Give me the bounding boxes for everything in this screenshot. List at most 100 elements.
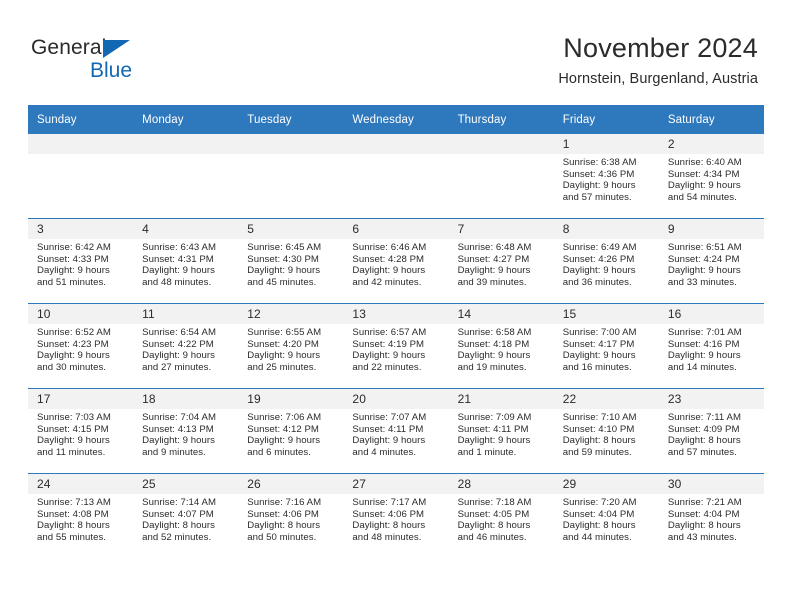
calendar-day-cell[interactable]: 26 Sunrise: 7:16 AM Sunset: 4:06 PM Dayligh…	[238, 473, 344, 558]
sunrise-text: Sunrise: 6:58 AM	[457, 327, 532, 338]
sunset-text: Sunset: 4:11 PM	[457, 423, 529, 435]
daylight-text: Daylight: 8 hours and 59 minutes.	[562, 435, 636, 458]
calendar-day-cell[interactable]: 1 Sunrise: 6:38 AM Sunset: 4:36 PM Daylight…	[553, 134, 659, 219]
daylight-text: Daylight: 9 hours and 25 minutes.	[247, 350, 321, 373]
sunset-text: Sunset: 4:28 PM	[352, 253, 425, 265]
general-blue-logo[interactable]: General Blue	[31, 36, 231, 84]
sunrise-text: Sunrise: 6:54 AM	[142, 327, 216, 338]
day-number: 1	[553, 134, 659, 154]
day-sun-info: Sunrise: 6:49 AM Sunset: 4:26 PM Daylight:…	[554, 239, 659, 288]
daylight-text: Daylight: 9 hours and 6 minutes.	[247, 435, 321, 458]
day-sun-info: Sunrise: 6:51 AM Sunset: 4:24 PM Daylight:…	[659, 239, 764, 288]
day-number	[448, 134, 554, 154]
calendar-cell-inner: 11 Sunrise: 6:54 AM Sunset: 4:22 PM Dayligh…	[133, 304, 239, 388]
calendar-day-cell[interactable]: 22 Sunrise: 7:10 AM Sunset: 4:10 PM Dayligh…	[553, 388, 659, 474]
calendar-day-cell[interactable]: 27 Sunrise: 7:17 AM Sunset: 4:06 PM Dayligh…	[343, 473, 449, 558]
calendar-cell-inner: 9 Sunrise: 6:51 AM Sunset: 4:24 PM Daylight…	[658, 219, 764, 303]
day-number	[28, 134, 134, 154]
calendar-day-cell[interactable]: 20 Sunrise: 7:07 AM Sunset: 4:11 PM Dayligh…	[343, 388, 449, 474]
day-sun-info: Sunrise: 7:07 AM Sunset: 4:11 PM Daylight:…	[343, 409, 448, 458]
calendar-cell-inner: 21 Sunrise: 7:09 AM Sunset: 4:11 PM Dayligh…	[448, 389, 554, 473]
sunrise-text: Sunrise: 7:21 AM	[667, 497, 742, 508]
sunset-text: Sunset: 4:24 PM	[667, 253, 740, 265]
day-sun-info: Sunrise: 7:21 AM Sunset: 4:04 PM Daylight:…	[659, 494, 764, 543]
daylight-text: Daylight: 9 hours and 19 minutes.	[457, 350, 531, 373]
day-number: 19	[238, 389, 344, 409]
calendar-cell-empty	[133, 134, 239, 219]
calendar-day-cell[interactable]: 9 Sunrise: 6:51 AM Sunset: 4:24 PM Daylight…	[658, 218, 764, 304]
sunset-text: Sunset: 4:20 PM	[247, 338, 319, 350]
calendar-day-cell[interactable]: 7 Sunrise: 6:48 AM Sunset: 4:27 PM Daylight…	[448, 218, 554, 304]
sunset-text: Sunset: 4:33 PM	[37, 253, 109, 265]
calendar-day-cell[interactable]: 17 Sunrise: 7:03 AM Sunset: 4:15 PM Dayligh…	[28, 388, 134, 474]
day-sun-info: Sunrise: 7:18 AM Sunset: 4:05 PM Daylight:…	[449, 494, 554, 543]
calendar-day-cell[interactable]: 23 Sunrise: 7:11 AM Sunset: 4:09 PM Dayligh…	[658, 388, 764, 474]
calendar-day-cell[interactable]: 24 Sunrise: 7:13 AM Sunset: 4:08 PM Dayligh…	[28, 473, 134, 558]
calendar-day-cell[interactable]: 28 Sunrise: 7:18 AM Sunset: 4:05 PM Dayligh…	[448, 473, 554, 558]
calendar-day-cell[interactable]: 6 Sunrise: 6:46 AM Sunset: 4:28 PM Daylight…	[343, 218, 449, 304]
daylight-text: Daylight: 8 hours and 44 minutes.	[562, 520, 636, 543]
title-block: November 2024 Hornstein, Burgenland, Aus…	[558, 32, 758, 89]
calendar-day-cell[interactable]: 15 Sunrise: 7:00 AM Sunset: 4:17 PM Dayligh…	[553, 303, 659, 389]
daylight-text: Daylight: 9 hours and 14 minutes.	[667, 350, 741, 373]
day-sun-info: Sunrise: 6:40 AM Sunset: 4:34 PM Daylight:…	[659, 154, 764, 203]
calendar-day-cell[interactable]: 21 Sunrise: 7:09 AM Sunset: 4:11 PM Dayligh…	[448, 388, 554, 474]
calendar-day-cell[interactable]: 2 Sunrise: 6:40 AM Sunset: 4:34 PM Daylight…	[658, 134, 764, 219]
calendar-cell-inner: 19 Sunrise: 7:06 AM Sunset: 4:12 PM Dayligh…	[238, 389, 344, 473]
daylight-text: Daylight: 9 hours and 39 minutes.	[457, 265, 531, 288]
calendar-cell-inner: 28 Sunrise: 7:18 AM Sunset: 4:05 PM Dayligh…	[448, 474, 554, 558]
day-number: 7	[448, 219, 554, 239]
sunrise-text: Sunrise: 6:43 AM	[142, 242, 216, 253]
sunset-text: Sunset: 4:12 PM	[247, 423, 319, 435]
calendar-cell-inner	[28, 134, 134, 218]
weekday-header-sunday: Sunday	[28, 105, 134, 134]
calendar-day-cell[interactable]: 4 Sunrise: 6:43 AM Sunset: 4:31 PM Daylight…	[133, 218, 239, 304]
day-number: 3	[28, 219, 134, 239]
sunrise-text: Sunrise: 7:06 AM	[247, 412, 322, 423]
sunrise-text: Sunrise: 7:04 AM	[142, 412, 216, 423]
daylight-text: Daylight: 9 hours and 42 minutes.	[352, 265, 426, 288]
sunrise-text: Sunrise: 7:03 AM	[37, 412, 111, 423]
sunrise-text: Sunrise: 7:13 AM	[37, 497, 111, 508]
calendar-day-cell[interactable]: 14 Sunrise: 6:58 AM Sunset: 4:18 PM Dayligh…	[448, 303, 554, 389]
calendar-day-cell[interactable]: 29 Sunrise: 7:20 AM Sunset: 4:04 PM Dayligh…	[553, 473, 659, 558]
calendar-day-cell[interactable]: 3 Sunrise: 6:42 AM Sunset: 4:33 PM Daylight…	[28, 218, 134, 304]
calendar-cell-inner: 30 Sunrise: 7:21 AM Sunset: 4:04 PM Dayligh…	[658, 474, 764, 558]
calendar-day-cell[interactable]: 18 Sunrise: 7:04 AM Sunset: 4:13 PM Dayligh…	[133, 388, 239, 474]
sunset-text: Sunset: 4:31 PM	[142, 253, 214, 265]
sunset-text: Sunset: 4:26 PM	[562, 253, 635, 265]
calendar-day-cell[interactable]: 16 Sunrise: 7:01 AM Sunset: 4:16 PM Dayligh…	[658, 303, 764, 389]
calendar-day-cell[interactable]: 12 Sunrise: 6:55 AM Sunset: 4:20 PM Dayligh…	[238, 303, 344, 389]
calendar-cell-inner: 20 Sunrise: 7:07 AM Sunset: 4:11 PM Dayligh…	[343, 389, 449, 473]
calendar-cell-inner: 10 Sunrise: 6:52 AM Sunset: 4:23 PM Dayligh…	[28, 304, 134, 388]
calendar-day-cell[interactable]: 13 Sunrise: 6:57 AM Sunset: 4:19 PM Dayligh…	[343, 303, 449, 389]
day-number: 6	[343, 219, 449, 239]
day-number: 8	[553, 219, 659, 239]
page-header: General Blue November 2024 Hornstein, Bu…	[0, 0, 792, 104]
daylight-text: Daylight: 9 hours and 30 minutes.	[37, 350, 110, 373]
calendar-day-cell[interactable]: 10 Sunrise: 6:52 AM Sunset: 4:23 PM Dayligh…	[28, 303, 134, 389]
calendar-day-cell[interactable]: 8 Sunrise: 6:49 AM Sunset: 4:26 PM Daylight…	[553, 218, 659, 304]
calendar-day-cell[interactable]: 25 Sunrise: 7:14 AM Sunset: 4:07 PM Dayligh…	[133, 473, 239, 558]
calendar-day-cell[interactable]: 19 Sunrise: 7:06 AM Sunset: 4:12 PM Dayligh…	[238, 388, 344, 474]
day-number: 10	[28, 304, 134, 324]
day-sun-info: Sunrise: 7:09 AM Sunset: 4:11 PM Daylight:…	[449, 409, 554, 458]
calendar-cell-inner: 12 Sunrise: 6:55 AM Sunset: 4:20 PM Dayligh…	[238, 304, 344, 388]
sunset-text: Sunset: 4:15 PM	[37, 423, 109, 435]
daylight-text: Daylight: 9 hours and 36 minutes.	[562, 265, 636, 288]
calendar-day-cell[interactable]: 30 Sunrise: 7:21 AM Sunset: 4:04 PM Dayligh…	[658, 473, 764, 558]
sunset-text: Sunset: 4:13 PM	[142, 423, 214, 435]
calendar-body: 1 Sunrise: 6:38 AM Sunset: 4:36 PM Daylight…	[28, 134, 764, 558]
sunset-text: Sunset: 4:23 PM	[37, 338, 109, 350]
triangle-flag-icon	[103, 40, 130, 58]
day-number: 27	[343, 474, 449, 494]
day-sun-info: Sunrise: 6:46 AM Sunset: 4:28 PM Daylight:…	[343, 239, 448, 288]
calendar-cell-inner	[133, 134, 239, 218]
daylight-text: Daylight: 9 hours and 27 minutes.	[142, 350, 215, 373]
calendar-day-cell[interactable]: 5 Sunrise: 6:45 AM Sunset: 4:30 PM Daylight…	[238, 218, 344, 304]
calendar-cell-inner: 29 Sunrise: 7:20 AM Sunset: 4:04 PM Dayligh…	[553, 474, 659, 558]
calendar-day-cell[interactable]: 11 Sunrise: 6:54 AM Sunset: 4:22 PM Dayligh…	[133, 303, 239, 389]
day-number: 4	[133, 219, 239, 239]
day-number: 26	[238, 474, 344, 494]
calendar-cell-inner: 8 Sunrise: 6:49 AM Sunset: 4:26 PM Daylight…	[553, 219, 659, 303]
